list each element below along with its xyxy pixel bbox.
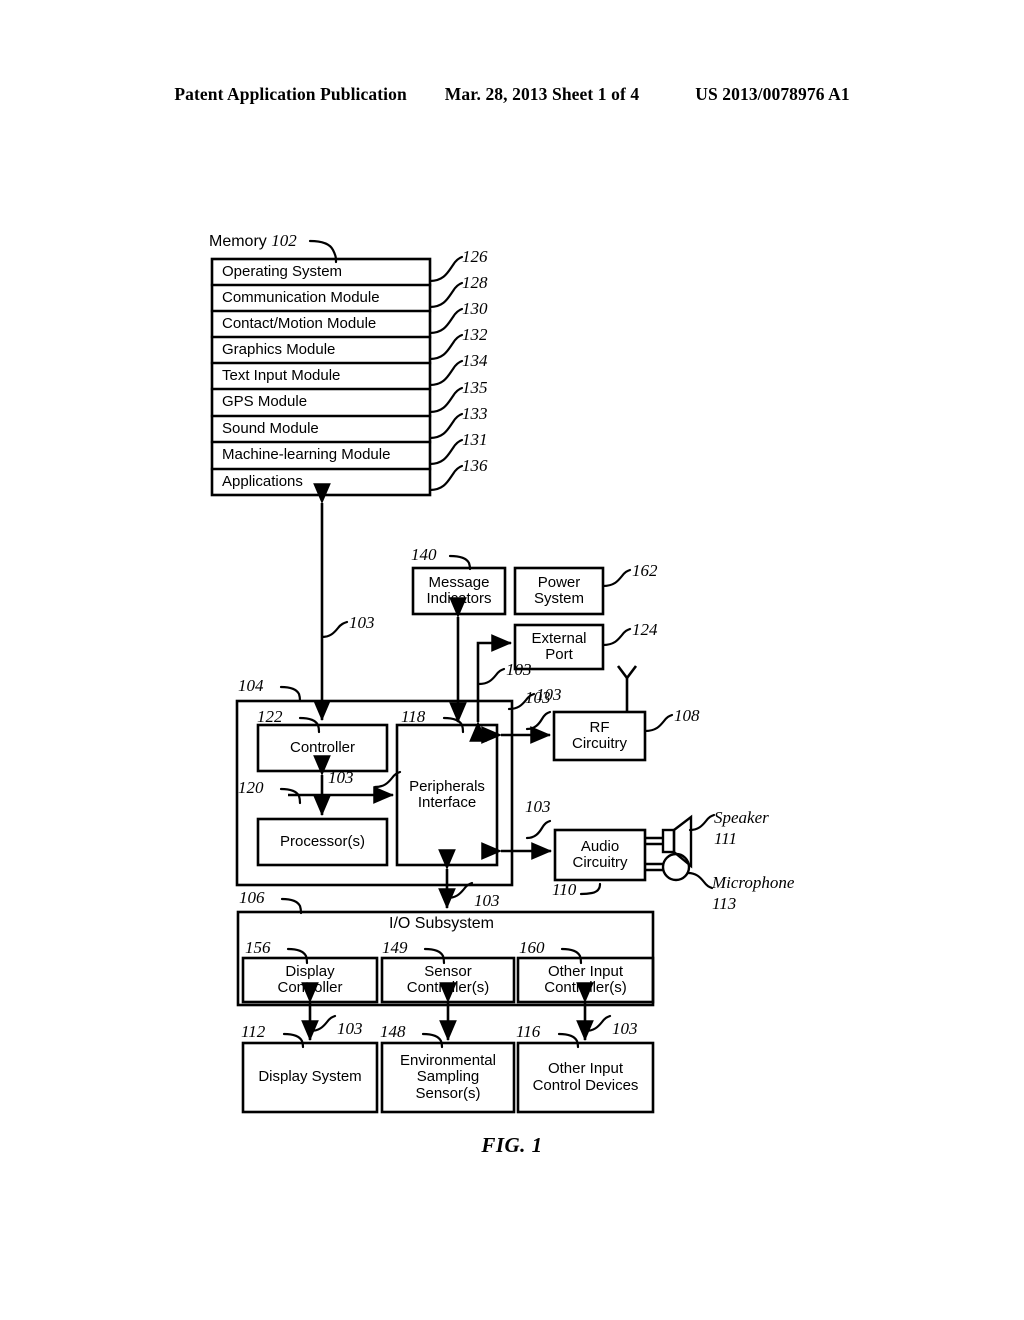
microphone-name: Microphone [712, 873, 795, 892]
ref-116: 116 [516, 1022, 541, 1041]
speaker-ref: 111 [714, 829, 737, 849]
bus-label-io: 103 [474, 891, 500, 910]
ref-110: 110 [552, 880, 577, 899]
io-subsystem-label: I/O Subsystem [389, 915, 494, 932]
ref-118: 118 [401, 707, 426, 726]
microphone-ref: 113 [712, 894, 737, 914]
bus-label-rf: 103 [525, 688, 551, 707]
bus-label-cpu: 103 [328, 768, 354, 787]
microphone-label: Microphone 113 [712, 872, 794, 915]
ref-131: 131 [462, 430, 488, 449]
bus-label-audio: 103 [525, 797, 551, 816]
ref-128: 128 [462, 273, 488, 292]
memory-title: Memory 102 [209, 231, 297, 251]
ref-156: 156 [245, 938, 271, 957]
memory-title-ref: 102 [271, 231, 297, 250]
ref-134: 134 [462, 351, 488, 370]
bus-label-display: 103 [337, 1019, 363, 1038]
ref-133: 133 [462, 404, 488, 423]
ref-112: 112 [241, 1022, 266, 1041]
ref-162: 162 [632, 561, 658, 580]
ref-132: 132 [462, 325, 488, 344]
memory-title-text: Memory [209, 233, 267, 250]
speaker-label: Speaker 111 [714, 807, 769, 850]
ref-130: 130 [462, 299, 488, 318]
ref-160: 160 [519, 938, 545, 957]
figure-caption: FIG. 1 [481, 1133, 543, 1157]
bus-label-external-port: 103 [506, 660, 532, 679]
ref-124: 124 [632, 620, 658, 639]
ref-126: 126 [462, 247, 488, 266]
ref-148: 148 [380, 1022, 406, 1041]
ref-106: 106 [239, 888, 265, 907]
speaker-name: Speaker [714, 808, 769, 827]
bus-label-memory: 103 [349, 613, 375, 632]
ref-104: 104 [238, 676, 264, 695]
ref-136: 136 [462, 456, 488, 475]
ref-140: 140 [411, 545, 437, 564]
ref-135: 135 [462, 378, 488, 397]
ref-108: 108 [674, 706, 700, 725]
patent-figure-page: Patent Application Publication Mar. 28, … [0, 0, 1024, 1320]
ref-122: 122 [257, 707, 283, 726]
ref-120: 120 [238, 778, 264, 797]
ref-149: 149 [382, 938, 408, 957]
bus-label-other-input: 103 [612, 1019, 638, 1038]
